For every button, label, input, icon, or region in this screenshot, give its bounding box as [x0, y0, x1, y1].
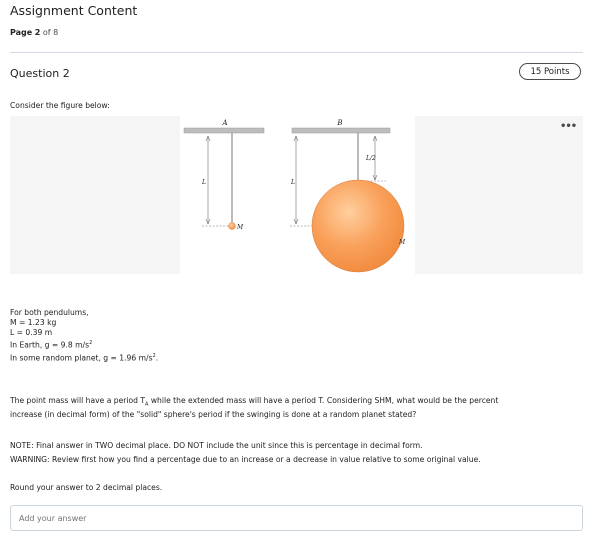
question-title: Question 2 — [10, 67, 70, 80]
solid-sphere — [311, 179, 405, 273]
page-current: 2 — [34, 28, 41, 37]
point-mass — [228, 222, 236, 230]
label-a: A — [221, 119, 227, 127]
given-values: For both pendulums, M = 1.23 kg L = 0.39… — [10, 308, 158, 363]
ceiling-a — [183, 127, 265, 134]
label-l-b: L — [290, 179, 295, 186]
page-label: Page — [10, 28, 33, 37]
assignment-title: Assignment Content — [10, 3, 138, 18]
given-line-5: In some random planet, g = 1.96 m/s2. — [10, 352, 159, 363]
pendulum-figure: A B L M L L/2 M — [183, 119, 406, 273]
note-text: NOTE: Final answer in TWO decimal place.… — [10, 441, 423, 450]
answer-input[interactable] — [10, 505, 583, 531]
given-line-1: For both pendulums, — [10, 308, 89, 317]
label-m-a: M — [236, 224, 244, 231]
label-l-a: L — [201, 179, 206, 186]
question-paragraph-1: The point mass will have a period TA whi… — [10, 396, 499, 408]
question-body: The point mass will have a period TA whi… — [10, 396, 498, 420]
figure-panel-right — [415, 116, 583, 274]
given-line-3: L = 0.39 m — [10, 328, 53, 337]
points-badge: 15 Points — [519, 63, 581, 80]
question-paragraph-1-line-2: increase (in decimal form) of the "solid… — [10, 409, 417, 419]
warning-text: WARNING: Review first how you find a per… — [10, 455, 481, 464]
more-options-icon[interactable]: ••• — [560, 121, 577, 132]
page-indicator: Page 2 of 8 — [10, 28, 58, 37]
question-intro: Consider the figure below: — [10, 101, 110, 110]
label-m-b: M — [398, 239, 406, 246]
given-line-2: M = 1.23 kg — [10, 318, 57, 327]
label-b: B — [336, 119, 342, 127]
ceiling-b — [291, 127, 391, 134]
page-sep: of — [42, 28, 51, 37]
round-instruction: Round your answer to 2 decimal places. — [10, 483, 163, 492]
label-half-l: L/2 — [365, 155, 376, 162]
given-line-4: In Earth, g = 9.8 m/s2 — [10, 340, 93, 350]
figure-panel-left — [10, 116, 180, 274]
page-total: 8 — [53, 28, 59, 37]
header-divider — [10, 52, 583, 53]
